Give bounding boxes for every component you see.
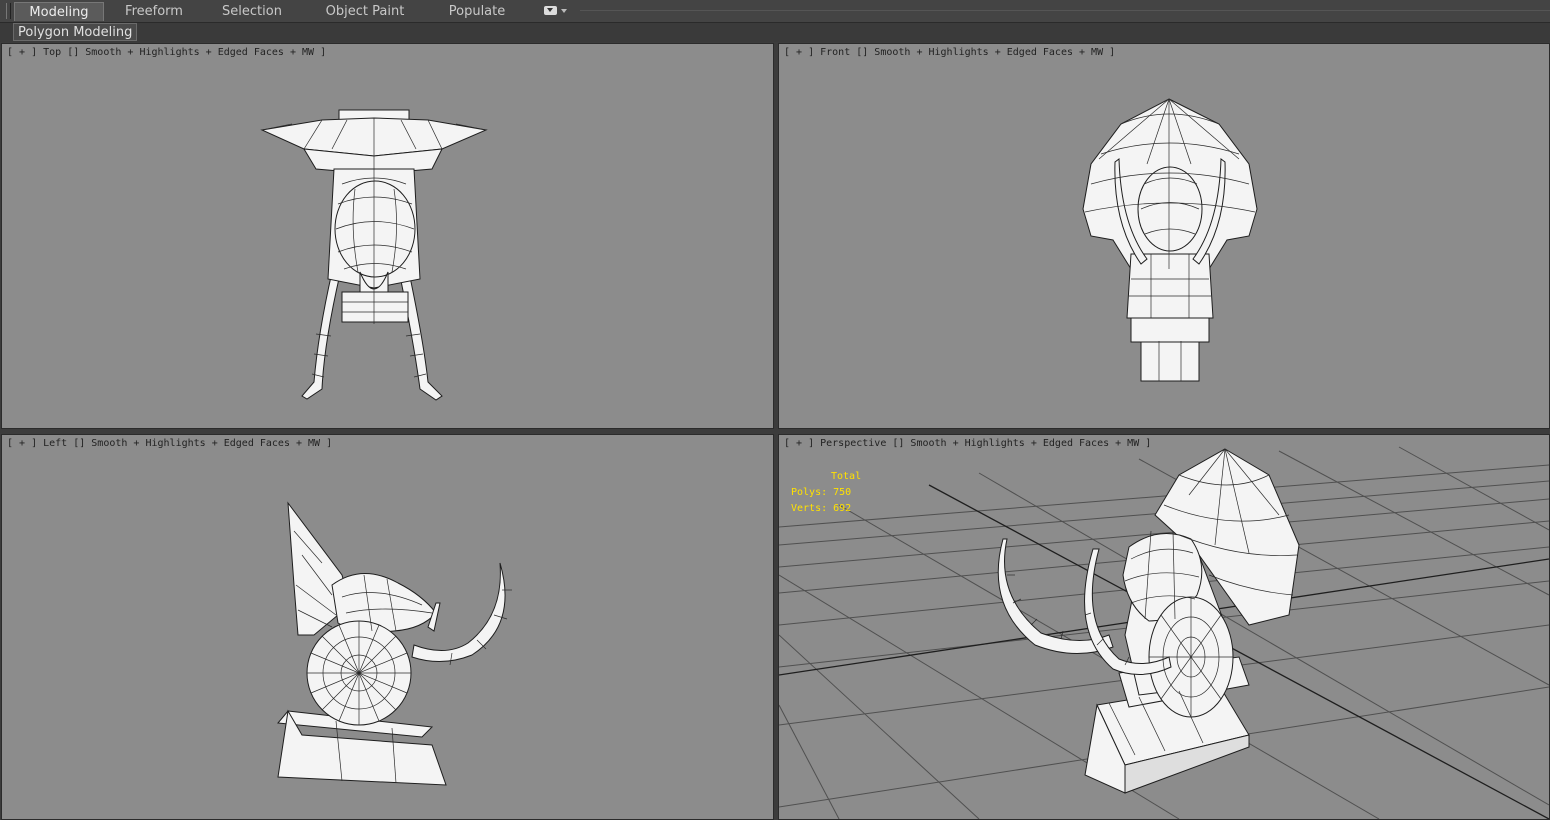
- ribbon-panel-bar: Polygon Modeling: [0, 23, 1550, 42]
- dropdown-box-icon: [544, 6, 557, 15]
- model-perspective-view: [997, 448, 1300, 794]
- tab-selection[interactable]: Selection: [204, 2, 300, 21]
- chevron-down-icon: [561, 8, 567, 13]
- model-left-view: [277, 501, 512, 786]
- perspective-scene: [779, 446, 1549, 819]
- ribbon: Modeling Freeform Selection Object Paint…: [0, 0, 1550, 23]
- scene-statistics: Total Polys: 750 Verts: 692: [791, 469, 861, 517]
- tab-modeling[interactable]: Modeling: [14, 2, 104, 21]
- viewport-top[interactable]: [ + ] Top [] Smooth + Highlights + Edged…: [1, 43, 774, 429]
- ribbon-grip[interactable]: [6, 3, 11, 19]
- dropdown-menu-icon[interactable]: [544, 6, 567, 15]
- viewport-left[interactable]: [ + ] Left [] Smooth + Highlights + Edge…: [1, 434, 774, 820]
- viewport-front[interactable]: [ + ] Front [] Smooth + Highlights + Edg…: [778, 43, 1550, 429]
- model-top-view: [260, 109, 488, 401]
- polygon-modeling-button[interactable]: Polygon Modeling: [13, 23, 138, 41]
- viewport-perspective[interactable]: [ + ] Perspective [] Smooth + Highlights…: [778, 434, 1550, 820]
- ribbon-divider: [580, 10, 1550, 11]
- model-front-view: [1082, 98, 1258, 382]
- stats-verts: Verts: 692: [791, 503, 852, 514]
- tab-populate[interactable]: Populate: [430, 2, 524, 21]
- ribbon-tabs: Modeling Freeform Selection Object Paint…: [14, 2, 524, 22]
- tab-object-paint[interactable]: Object Paint: [300, 2, 430, 21]
- tab-freeform[interactable]: Freeform: [104, 2, 204, 21]
- stats-header: Total: [831, 471, 862, 482]
- stats-polys: Polys: 750: [791, 487, 852, 498]
